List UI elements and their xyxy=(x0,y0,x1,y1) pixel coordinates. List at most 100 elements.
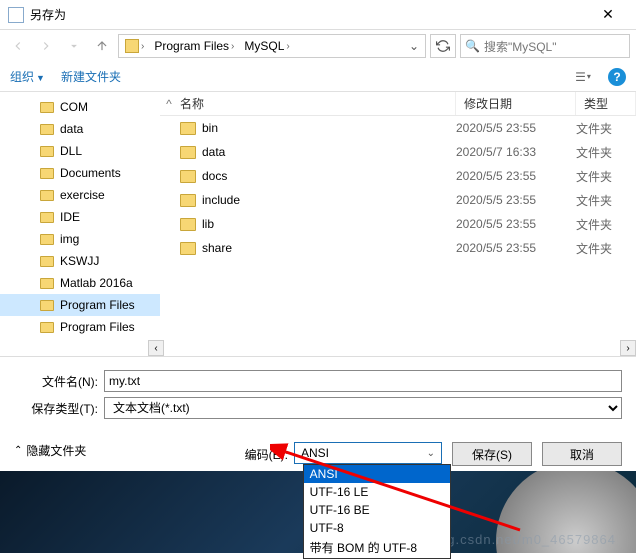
refresh-button[interactable] xyxy=(430,34,456,58)
sidebar-item[interactable]: IDE xyxy=(0,206,160,228)
sidebar-item-label: KSWJJ xyxy=(60,254,99,268)
chevron-up-icon: ⌃ xyxy=(14,445,22,456)
body-area: COM data DLL Documents exercise IDE img KSWJJ Ma… xyxy=(0,92,636,356)
path-label: Program Files xyxy=(154,39,229,53)
file-date: 2020/5/7 16:33 xyxy=(456,145,576,159)
file-name: docs xyxy=(202,169,227,183)
search-input[interactable]: 🔍 搜索"MySQL" xyxy=(460,34,630,58)
sidebar-item-label: IDE xyxy=(60,210,80,224)
file-date: 2020/5/5 23:55 xyxy=(456,193,576,207)
toolbar: 组织▼ 新建文件夹 ☰▾ ? xyxy=(0,62,636,92)
column-date[interactable]: 修改日期 xyxy=(456,92,576,115)
sidebar-item-label: exercise xyxy=(60,188,105,202)
file-row[interactable]: docs 2020/5/5 23:55文件夹 xyxy=(160,164,636,188)
path-root[interactable]: › xyxy=(121,35,148,57)
file-type: 文件夹 xyxy=(576,192,636,209)
folder-icon xyxy=(40,256,54,267)
file-row[interactable]: lib2020/5/5 23:55文件夹 xyxy=(160,212,636,236)
search-placeholder: 搜索"MySQL" xyxy=(484,38,557,55)
sidebar-item[interactable]: Program Files xyxy=(0,316,160,338)
chevron-right-icon: › xyxy=(286,41,289,52)
sidebar-item[interactable]: Documents xyxy=(0,162,160,184)
folder-icon xyxy=(40,102,54,113)
filename-input[interactable] xyxy=(104,370,622,392)
sidebar-item[interactable]: KSWJJ xyxy=(0,250,160,272)
path-segment[interactable]: MySQL› xyxy=(240,35,293,57)
file-type: 文件夹 xyxy=(576,168,636,185)
sidebar-item[interactable]: COM xyxy=(0,96,160,118)
file-type: 文件夹 xyxy=(576,216,636,233)
filetype-select[interactable]: 文本文档(*.txt) xyxy=(104,397,622,419)
folder-icon xyxy=(180,146,196,159)
folder-icon xyxy=(180,242,196,255)
sidebar-item[interactable]: Matlab 2016a xyxy=(0,272,160,294)
folder-icon xyxy=(40,234,54,245)
sidebar-item[interactable]: img xyxy=(0,228,160,250)
file-date: 2020/5/5 23:55 xyxy=(456,169,576,183)
sidebar-item-label: DLL xyxy=(60,144,82,158)
sidebar-item-label: Program Files xyxy=(60,320,135,334)
file-date: 2020/5/5 23:55 xyxy=(456,217,576,231)
filetype-label: 保存类型(T): xyxy=(14,400,104,417)
encoding-option[interactable]: 带有 BOM 的 UTF-8 xyxy=(304,537,450,558)
forward-button[interactable] xyxy=(34,34,58,58)
file-list: bin2020/5/5 23:55文件夹data2020/5/7 16:33文件… xyxy=(160,116,636,260)
recent-dropdown[interactable] xyxy=(62,34,86,58)
file-name: include xyxy=(202,193,240,207)
new-folder-button[interactable]: 新建文件夹 xyxy=(61,68,121,85)
folder-icon xyxy=(40,278,54,289)
title-bar: 另存为 ✕ xyxy=(0,0,636,30)
hide-folders-label: 隐藏文件夹 xyxy=(26,442,86,459)
sidebar-item[interactable]: exercise xyxy=(0,184,160,206)
organize-menu[interactable]: 组织▼ xyxy=(10,68,45,85)
file-name: bin xyxy=(202,121,218,135)
file-name: share xyxy=(202,241,232,255)
sidebar: COM data DLL Documents exercise IDE img KSWJJ Ma… xyxy=(0,92,160,356)
sidebar-item[interactable]: Program Files xyxy=(0,294,160,316)
close-button[interactable]: ✕ xyxy=(588,6,628,23)
search-icon: 🔍 xyxy=(465,39,480,53)
file-row[interactable]: share2020/5/5 23:55文件夹 xyxy=(160,236,636,260)
cancel-button[interactable]: 取消 xyxy=(542,442,622,466)
file-row[interactable]: data2020/5/7 16:33文件夹 xyxy=(160,140,636,164)
folder-icon xyxy=(180,218,196,231)
document-icon xyxy=(8,7,24,23)
folder-icon xyxy=(40,322,54,333)
help-button[interactable]: ? xyxy=(608,68,626,86)
up-button[interactable] xyxy=(90,34,114,58)
sidebar-item[interactable]: DLL xyxy=(0,140,160,162)
folder-icon xyxy=(180,122,196,135)
back-button[interactable] xyxy=(6,34,30,58)
folder-icon xyxy=(180,194,196,207)
disk-icon xyxy=(125,39,139,53)
scroll-left-button[interactable]: ‹ xyxy=(148,340,164,356)
file-row[interactable]: bin2020/5/5 23:55文件夹 xyxy=(160,116,636,140)
sidebar-item-label: img xyxy=(60,232,79,246)
file-type: 文件夹 xyxy=(576,120,636,137)
file-row[interactable]: include 2020/5/5 23:55文件夹 xyxy=(160,188,636,212)
file-date: 2020/5/5 23:55 xyxy=(456,241,576,255)
path-bar[interactable]: › Program Files› MySQL› ⌄ xyxy=(118,34,426,58)
sidebar-item-label: Matlab 2016a xyxy=(60,276,133,290)
column-name[interactable]: 名称 xyxy=(160,92,456,115)
scroll-right-button[interactable]: › xyxy=(620,340,636,356)
column-type[interactable]: 类型 xyxy=(576,92,636,115)
chevron-down-icon: ▼ xyxy=(36,73,45,83)
form-area: 文件名(N): 保存类型(T): 文本文档(*.txt) xyxy=(0,356,636,432)
view-options-button[interactable]: ☰▾ xyxy=(574,68,592,86)
hide-folders-toggle[interactable]: ⌃ 隐藏文件夹 xyxy=(14,442,86,459)
column-scroll-left[interactable]: ^ xyxy=(160,92,178,116)
filename-label: 文件名(N): xyxy=(14,373,104,390)
folder-icon xyxy=(180,170,196,183)
folder-icon xyxy=(40,146,54,157)
sidebar-item-label: data xyxy=(60,122,83,136)
sidebar-item-label: COM xyxy=(60,100,88,114)
sidebar-item-label: Program Files xyxy=(60,298,135,312)
folder-icon xyxy=(40,212,54,223)
sidebar-item-label: Documents xyxy=(60,166,121,180)
path-dropdown[interactable]: ⌄ xyxy=(405,39,423,53)
file-type: 文件夹 xyxy=(576,144,636,161)
sidebar-item[interactable]: data xyxy=(0,118,160,140)
path-segment[interactable]: Program Files› xyxy=(150,35,238,57)
folder-icon xyxy=(40,168,54,179)
